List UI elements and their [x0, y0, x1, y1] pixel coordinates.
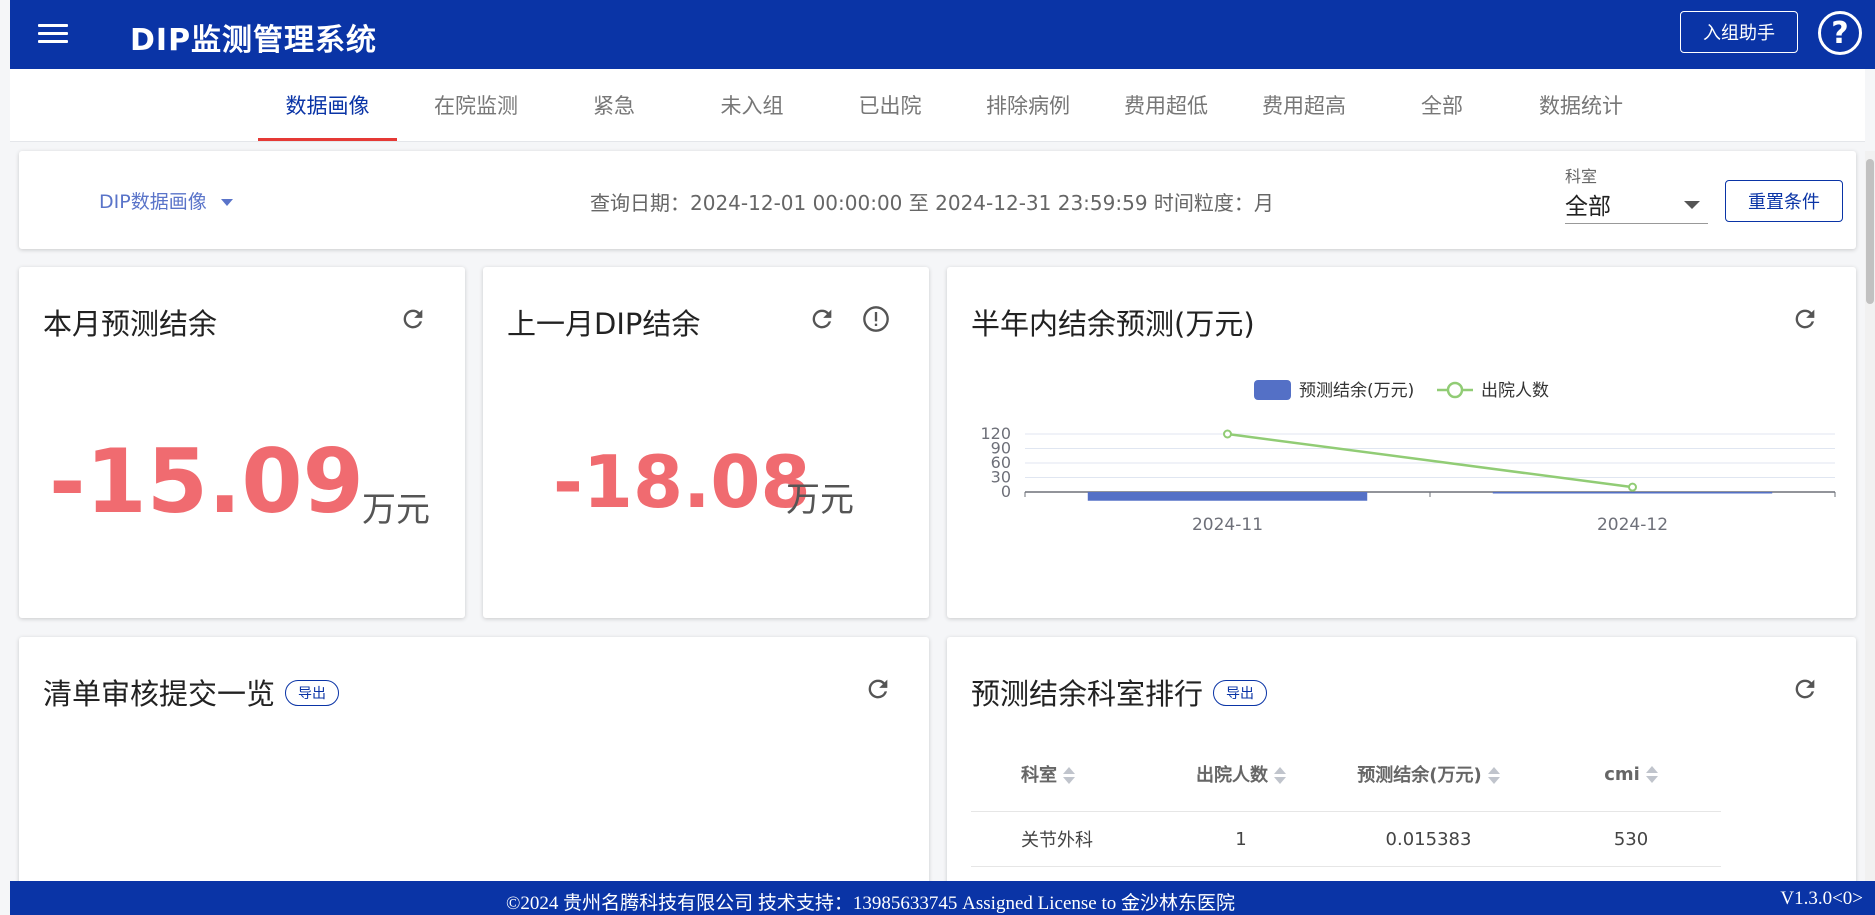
sort-icon[interactable] [1487, 767, 1500, 785]
dept-select-value: 全部 [1565, 194, 1611, 220]
column-label: 出院人数 [1196, 765, 1268, 786]
card-title: 预测结余科室排行 导出 [971, 671, 1268, 713]
forecast-chart: 03060901202024-11 2024-12预测结余(万元) 出院人数 [980, 380, 1836, 535]
export-button[interactable]: 导出 [285, 680, 340, 706]
sort-icon[interactable] [1274, 767, 1286, 785]
footer: ©2024 贵州名腾科技有限公司 技术支持：13985633745 Assign… [10, 881, 1875, 915]
refresh-icon[interactable] [1791, 675, 1819, 703]
tab-ungrouped[interactable]: 未入组 [683, 69, 821, 141]
legend-label: 出院人数 [1481, 381, 1549, 401]
query-date-range: 查询日期：2024-12-01 00:00:00 至 2024-12-31 23… [590, 191, 1274, 215]
column-header-cmi[interactable]: cmi [1541, 737, 1721, 812]
x-tick-label: 2024-11 [1192, 515, 1263, 535]
copyright-text: ©2024 贵州名腾科技有限公司 技术支持：13985633745 Assign… [505, 893, 1235, 914]
bar-2024-11 [1087, 492, 1368, 501]
chevron-down-icon [220, 199, 233, 206]
dept-rank-table: 科室 出院人数 预测结余(万元) cmi 关节外科 1 0.015383 530 [971, 737, 1721, 867]
tab-excluded-cases[interactable]: 排除病例 [959, 69, 1097, 141]
card-title: 本月预测结余 [43, 307, 218, 341]
line-point-2024-11 [1223, 429, 1232, 439]
view-select[interactable]: DIP数据画像 [99, 187, 233, 214]
refresh-icon[interactable] [808, 305, 836, 333]
view-select-label: DIP数据画像 [99, 191, 207, 213]
help-icon[interactable]: ? [1818, 11, 1862, 55]
scrollbar-thumb[interactable] [1866, 159, 1874, 304]
half-year-forecast-card: 半年内结余预测(万元) 0 30 60 90 120 2024-11 2024-12 预测结余… [947, 267, 1856, 618]
month-forecast-card: 本月预测结余 -15.09 万元 [19, 267, 465, 618]
refresh-icon[interactable] [399, 305, 427, 333]
dept-label: 科室 [1565, 167, 1598, 186]
column-label: cmi [1604, 763, 1640, 785]
legend-swatch-bar [1254, 380, 1291, 400]
menu-icon[interactable] [38, 20, 68, 46]
bar-2024-12 [1492, 492, 1773, 494]
chevron-down-icon [1684, 201, 1700, 209]
audit-list-card: 清单审核提交一览 导出 [19, 637, 929, 915]
y-tick-label: 120 [980, 424, 1011, 443]
export-button[interactable]: 导出 [1213, 680, 1268, 706]
refresh-icon[interactable] [864, 675, 892, 703]
x-tick-label: 2024-12 [1597, 515, 1668, 535]
page-scrollbar[interactable] [1865, 151, 1875, 881]
table-cell: 1 [1166, 811, 1316, 867]
sort-icon[interactable] [1063, 767, 1075, 785]
tab-data-profile[interactable]: 数据画像 [258, 69, 397, 141]
legend-swatch-marker [1446, 381, 1464, 399]
unit-label: 万元 [786, 480, 854, 520]
top-header: DIP监测管理系统 入组助手 ? [10, 0, 1875, 69]
line-point-2024-12 [1628, 482, 1637, 492]
column-label: 预测结余(万元) [1357, 765, 1482, 786]
table-cell: 0.015383 [1316, 811, 1541, 867]
month-forecast-value: -15.09 [49, 430, 364, 533]
filter-panel: DIP数据画像 查询日期：2024-12-01 00:00:00 至 2024-… [19, 151, 1856, 249]
tab-cost-high[interactable]: 费用超高 [1235, 69, 1373, 141]
app-title: DIP监测管理系统 [130, 23, 378, 58]
reset-conditions-button[interactable]: 重置条件 [1725, 180, 1843, 222]
dept-select[interactable]: 全部 [1565, 187, 1708, 224]
card-title: 清单审核提交一览 导出 [43, 671, 340, 713]
dept-rank-title: 预测结余科室排行 [971, 677, 1204, 711]
column-header-forecast[interactable]: 预测结余(万元) [1316, 737, 1541, 812]
tab-inpatient-monitor[interactable]: 在院监测 [407, 69, 545, 141]
tab-bar: 数据画像 在院监测 紧急 未入组 已出院 排除病例 费用超低 费用超高 全部 数… [10, 69, 1865, 142]
version-text: V1.3.0<0> [1780, 888, 1863, 909]
last-month-value: -18.08 [553, 440, 811, 524]
table-cell: 关节外科 [971, 811, 1166, 867]
column-header-discharged[interactable]: 出院人数 [1166, 737, 1316, 812]
tab-statistics[interactable]: 数据统计 [1511, 69, 1651, 141]
table-cell: 530 [1541, 811, 1721, 867]
group-assistant-button[interactable]: 入组助手 [1680, 11, 1798, 53]
line-series-discharged [1227, 432, 1633, 489]
tab-all[interactable]: 全部 [1373, 69, 1511, 141]
card-title: 上一月DIP结余 [507, 307, 701, 341]
last-month-card: 上一月DIP结余 -18.08 万元 [483, 267, 929, 618]
column-header-dept[interactable]: 科室 [971, 737, 1166, 812]
unit-label: 万元 [362, 490, 430, 530]
info-icon[interactable] [862, 305, 890, 333]
sort-icon[interactable] [1645, 765, 1658, 784]
column-label: 科室 [1021, 765, 1057, 786]
legend-label: 预测结余(万元) [1299, 381, 1414, 401]
audit-list-title: 清单审核提交一览 [43, 677, 276, 711]
dept-rank-card: 预测结余科室排行 导出 科室 出院人数 预测结余(万元) cmi 关节外科 1 0… [947, 637, 1856, 915]
tab-cost-low[interactable]: 费用超低 [1097, 69, 1235, 141]
tab-discharged[interactable]: 已出院 [821, 69, 959, 141]
tab-urgent[interactable]: 紧急 [545, 69, 683, 141]
table-header-row: 科室 出院人数 预测结余(万元) cmi [971, 737, 1721, 812]
table-row[interactable]: 关节外科 1 0.015383 530 [971, 811, 1721, 867]
